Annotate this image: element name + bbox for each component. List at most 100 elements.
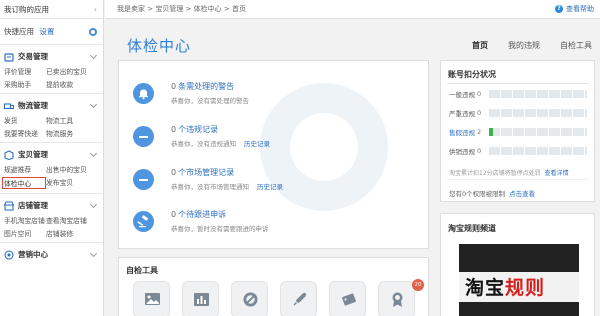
chart-check-icon[interactable] <box>182 281 219 316</box>
violation-progress-bar <box>489 128 587 136</box>
record-title[interactable]: 0 条需处理的警告 <box>171 81 249 92</box>
violation-progress-bar <box>489 109 587 117</box>
sidebar-group-transaction: 交易管理 评价管理 已卖出的宝贝 采购助手 提前收款 <box>0 45 103 94</box>
page-title: 体检中心 <box>127 37 192 55</box>
deduction-note: 淘宝累计扣12分店铺将暂停点处罚 <box>449 170 541 177</box>
violation-row: 售假违规 2 <box>449 127 587 137</box>
history-link[interactable]: 历史记录 <box>244 140 270 148</box>
price-tag-icon[interactable] <box>329 281 366 316</box>
rules-channel-card: 淘宝规则频道 淘宝规则 <box>440 213 595 316</box>
forbidden-check-icon[interactable] <box>231 281 268 316</box>
violation-label: 一般违规 <box>449 91 475 99</box>
account-card-title: 账号扣分状况 <box>448 70 496 79</box>
bell-icon <box>133 83 154 104</box>
sidebar-group-logistics: 物流管理 发货 物流工具 我要寄快递 物流服务 <box>0 94 103 143</box>
help-label: 查看帮助 <box>566 5 594 13</box>
rules-banner-image[interactable]: 淘宝规则 <box>459 244 579 316</box>
transaction-icon <box>4 52 14 62</box>
account-deduction-card: 账号扣分状况 一般违规 0 严重违规 0 售假违规 2 供销违规 0 淘宝累计扣… <box>440 60 595 202</box>
sidebar-link[interactable]: 出售中的宝贝 <box>46 164 98 174</box>
violation-count: 0 <box>477 90 482 98</box>
divider <box>447 83 588 84</box>
sidebar-link[interactable]: 物流工具 <box>46 115 98 125</box>
top-bar: 我是卖家 > 宝贝管理 > 体检中心 > 首页 ? 查看帮助 <box>105 0 600 19</box>
privilege-text: 您有0个权限被限制 <box>449 190 506 198</box>
records-card: 0 条需处理的警告 恭喜你，没有需处理的警告 0 个违规记录 恭喜你，没有违规通知历… <box>118 60 429 249</box>
violation-label: 严重违规 <box>449 110 475 118</box>
sidebar-link[interactable]: 发货 <box>4 115 46 125</box>
record-row-market: 0 个市场管理记录 恭喜你，没有市场管理通知 历史记录 <box>133 167 283 191</box>
chevron-right-icon: › <box>94 4 97 14</box>
shop-icon <box>4 200 14 211</box>
violation-progress-bar <box>489 147 587 155</box>
violation-label: 售假违规 <box>449 129 475 137</box>
violation-row: 严重违规 0 <box>449 108 587 118</box>
tab-home[interactable]: 首页 <box>472 40 488 51</box>
record-row-violations: 0 个违规记录 恭喜你，没有违规通知 历史记录 <box>133 124 270 148</box>
help-icon: ? <box>555 5 563 13</box>
record-row-appeals: 0 个待跟进申诉 恭喜你，暂时没有需要跟进的申诉 <box>133 209 269 233</box>
sidebar-link[interactable]: 我要寄快递 <box>4 128 46 138</box>
record-subtitle: 恭喜你，没有市场管理通知 <box>171 183 249 191</box>
sidebar-link[interactable]: 店铺装修 <box>46 228 98 238</box>
sidebar-link[interactable]: 查看淘宝店铺 <box>46 215 98 225</box>
tab-my-violations[interactable]: 我的违规 <box>508 40 540 51</box>
sidebar-link[interactable]: 评价管理 <box>4 66 46 76</box>
quick-apps-label: 快捷应用 <box>4 27 34 36</box>
goods-icon <box>4 149 14 160</box>
breadcrumb-item[interactable]: 宝贝管理 <box>155 5 183 13</box>
violation-progress-bar <box>489 90 587 98</box>
tab-bar: 首页 我的违规 自检工具 <box>452 40 592 51</box>
minus-circle-icon <box>133 169 154 190</box>
sidebar-my-apps[interactable]: 我订购的应用 › <box>0 0 103 19</box>
sidebar-link[interactable]: 发布宝贝 <box>46 177 98 189</box>
record-title[interactable]: 0 个市场管理记录 <box>171 167 283 178</box>
history-link[interactable]: 历史记录 <box>257 183 283 191</box>
sidebar-link-health-center[interactable]: 体检中心 <box>2 177 46 189</box>
sidebar-link[interactable]: 提前收款 <box>46 79 98 89</box>
breadcrumb-separator: > <box>183 5 194 13</box>
record-title[interactable]: 0 个待跟进申诉 <box>171 209 269 220</box>
sidebar-link[interactable]: 手机淘宝店铺 <box>4 215 46 225</box>
quick-apps-setting-link[interactable]: 设置 <box>39 27 54 36</box>
self-check-tools-card: 自检工具 20 <box>118 257 429 316</box>
logistics-icon <box>4 101 14 111</box>
view-details-link[interactable]: 查看详情 <box>545 170 569 177</box>
record-row-warnings: 0 条需处理的警告 恭喜你，没有需处理的警告 <box>133 81 249 105</box>
record-subtitle: 恭喜你，没有违规通知 <box>171 140 236 148</box>
breadcrumb: 我是卖家 > 宝贝管理 > 体检中心 > 首页 <box>117 4 246 14</box>
violation-label: 供销违规 <box>449 148 475 156</box>
sidebar-group-marketing: 营销中心 <box>0 243 103 265</box>
page-header: 体检中心 首页 我的违规 自检工具 <box>105 20 600 60</box>
badge-icon[interactable] <box>378 281 415 316</box>
group-title: 营销中心 <box>18 250 48 259</box>
sidebar-link[interactable]: 已卖出的宝贝 <box>46 66 98 76</box>
sidebar-link[interactable]: 图片空间 <box>4 228 46 238</box>
click-to-view-link[interactable]: 点击查看 <box>509 190 535 198</box>
group-title: 宝贝管理 <box>18 150 48 159</box>
violation-count: 2 <box>477 128 482 136</box>
tab-self-check-tools[interactable]: 自检工具 <box>560 40 592 51</box>
gavel-icon <box>133 211 154 232</box>
sidebar-group-goods: 宝贝管理 规避推荐 出售中的宝贝 体检中心 发布宝贝 <box>0 143 103 194</box>
sidebar-link[interactable]: 规避推荐 <box>4 164 46 174</box>
breadcrumb-item[interactable]: 我是卖家 <box>117 5 145 13</box>
my-apps-label: 我订购的应用 <box>4 4 49 14</box>
breadcrumb-separator: > <box>221 5 232 13</box>
violation-row: 一般违规 0 <box>449 89 587 99</box>
violation-row: 供销违规 0 <box>449 146 587 156</box>
notification-badge: 20 <box>412 279 424 291</box>
image-check-icon[interactable] <box>133 281 170 316</box>
help-link[interactable]: ? 查看帮助 <box>555 4 594 14</box>
record-title[interactable]: 0 个违规记录 <box>171 124 270 135</box>
group-title: 店铺管理 <box>18 201 48 210</box>
sidebar-link[interactable]: 物流服务 <box>46 128 98 138</box>
group-title: 物流管理 <box>18 101 48 110</box>
gear-icon[interactable] <box>89 27 97 36</box>
sidebar-link[interactable]: 采购助手 <box>4 79 46 89</box>
breadcrumb-item[interactable]: 体检中心 <box>194 5 222 13</box>
syringe-icon[interactable] <box>280 281 317 316</box>
sidebar-quick-apps: 快捷应用 设置 <box>0 19 103 45</box>
breadcrumb-separator: > <box>145 5 156 13</box>
violation-count: 0 <box>477 109 482 117</box>
